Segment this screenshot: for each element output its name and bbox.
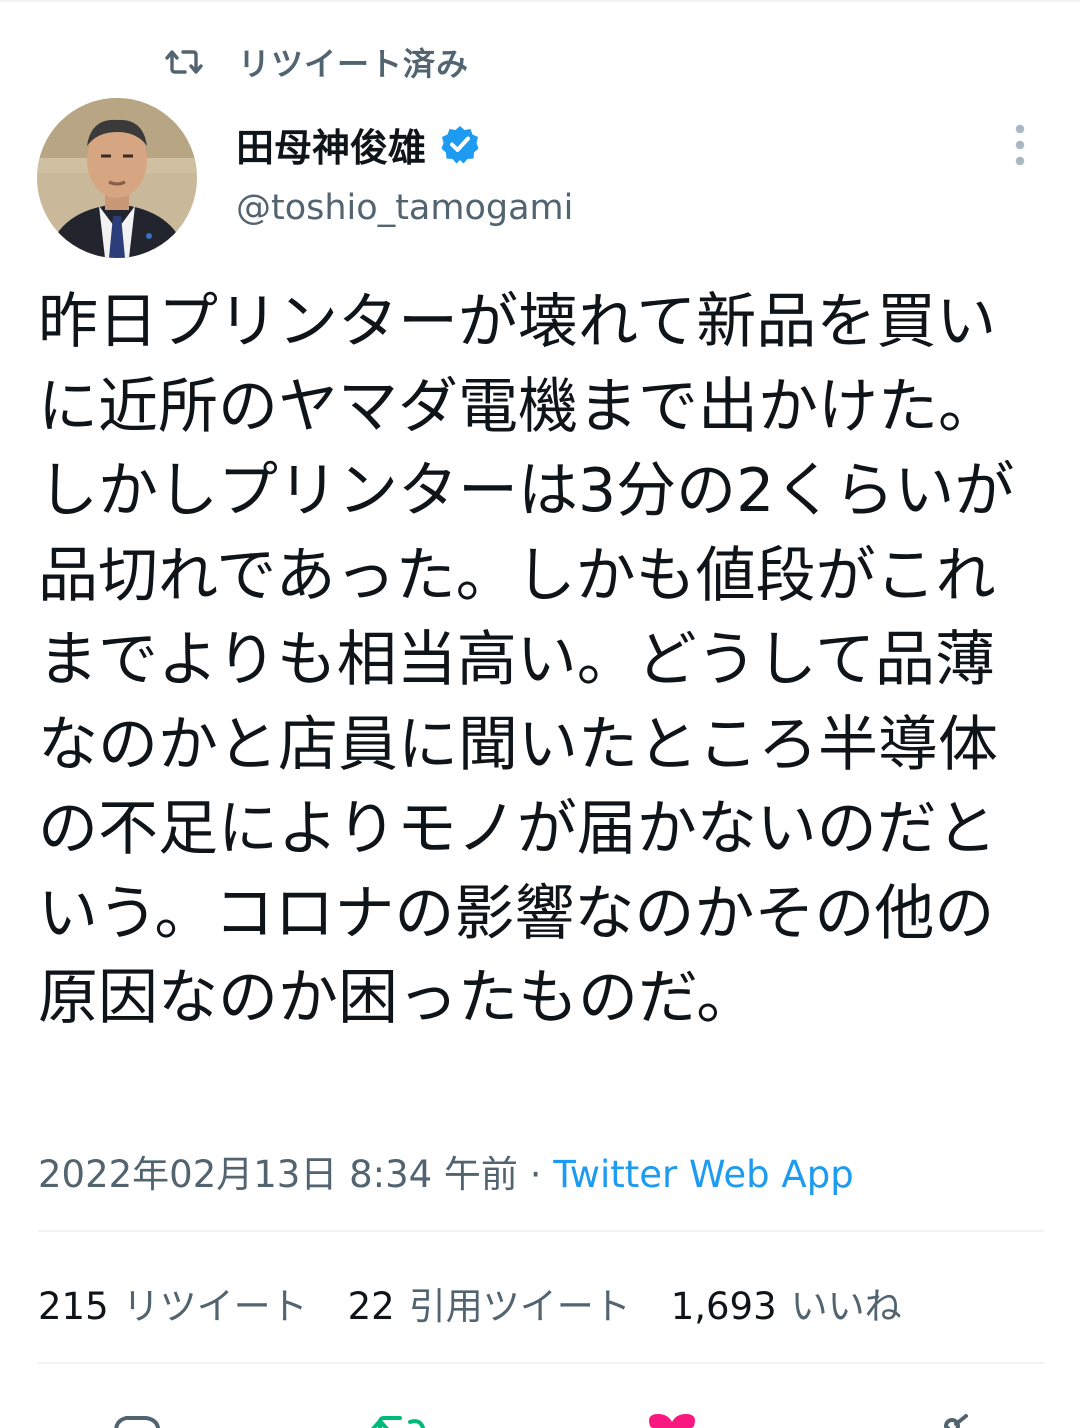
stat-label: リツイート xyxy=(122,1285,308,1328)
retweet-context-label: リツイート済み xyxy=(238,45,470,83)
tweet-action-bar xyxy=(0,1400,1080,1428)
stat-count: 1,693 xyxy=(670,1285,777,1328)
share-icon[interactable] xyxy=(920,1408,984,1428)
avatar[interactable] xyxy=(37,98,197,258)
divider xyxy=(38,1362,1044,1364)
avatar-image xyxy=(37,98,197,258)
retweet-icon[interactable] xyxy=(366,1408,430,1428)
top-divider xyxy=(0,0,1080,2)
tweet-detail-page: リツイート済み 田母神俊雄 @toshio_tamogami 昨日プリンターが壊… xyxy=(0,0,1080,1428)
tweet-metadata: 2022年02月13日 8:34 午前 · Twitter Web App xyxy=(38,1144,854,1198)
stat-count: 22 xyxy=(347,1285,395,1328)
retweet-context: リツイート済み xyxy=(164,40,469,84)
display-name[interactable]: 田母神俊雄 xyxy=(236,117,426,172)
likes-stat[interactable]: 1,693 いいね xyxy=(671,1276,902,1330)
reply-icon[interactable] xyxy=(104,1408,168,1428)
stat-label: いいね xyxy=(790,1285,902,1328)
quote-tweets-stat[interactable]: 22 引用ツイート xyxy=(348,1276,631,1330)
stat-count: 215 xyxy=(38,1285,109,1328)
retweet-icon xyxy=(165,50,203,74)
user-handle[interactable]: @toshio_tamogami xyxy=(236,188,573,228)
like-icon[interactable] xyxy=(640,1408,704,1428)
verified-badge-icon xyxy=(441,126,479,164)
engagement-stats: 215 リツイート 22 引用ツイート 1,693 いいね xyxy=(38,1276,902,1330)
tweet-text: 昨日プリンターが壊れて新品を買いに近所のヤマダ電機まで出かけた。しかしプリンター… xyxy=(38,287,1015,1033)
retweets-stat[interactable]: 215 リツイート xyxy=(38,1276,308,1330)
more-options-icon[interactable] xyxy=(1000,118,1040,172)
stat-label: 引用ツイート xyxy=(408,1285,631,1328)
divider xyxy=(38,1230,1044,1232)
tweet-source-link[interactable]: Twitter Web App xyxy=(553,1153,853,1196)
tweet-timestamp[interactable]: 2022年02月13日 8:34 午前 xyxy=(38,1153,518,1196)
author-name-row[interactable]: 田母神俊雄 xyxy=(236,116,480,172)
meta-separator: · xyxy=(517,1153,554,1196)
